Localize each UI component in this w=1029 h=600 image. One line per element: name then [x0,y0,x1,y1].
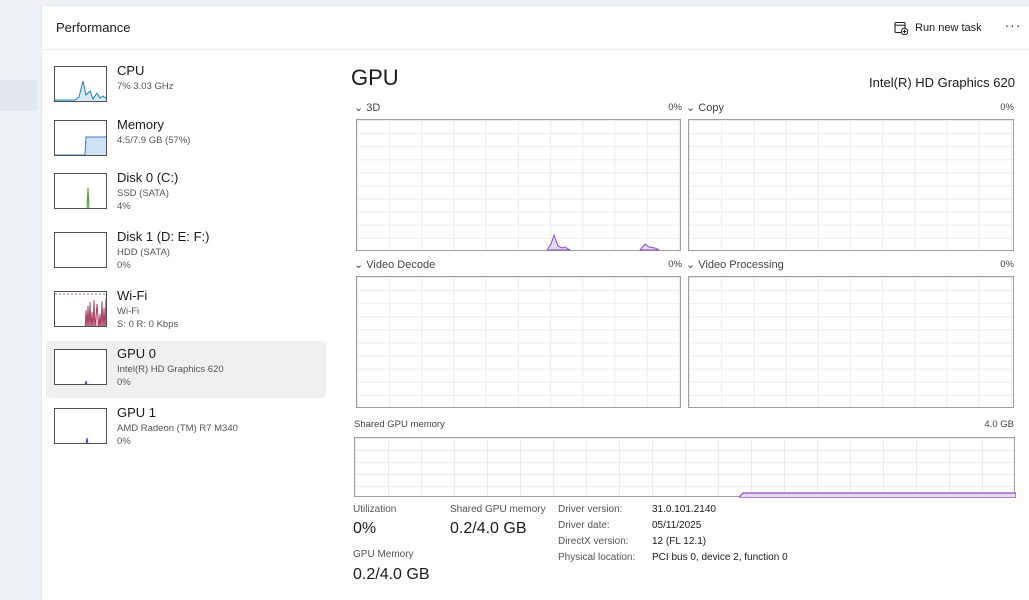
engine-video-processing-selector[interactable]: ⌄ Video Processing [686,258,784,271]
disk-0-mini-graph [54,173,107,209]
engine-copy-graph [688,119,1014,251]
sidebar-item-value: 0% [117,260,131,271]
physical-location-label: Physical location: [558,552,636,563]
sidebar-item-value: 4% [117,201,131,212]
sidebar-item-gpu-0[interactable]: GPU 0 Intel(R) HD Graphics 620 0% [46,341,326,398]
cpu-mini-graph [54,66,107,102]
sidebar-item-detail: 4.5/7.9 GB (57%) [117,135,191,146]
sidebar-item-wifi[interactable]: Wi-Fi Wi-Fi S: 0 R: 0 Kbps [46,283,326,340]
shared-memory-max: 4.0 GB [984,419,1014,430]
engine-video-processing-graph [688,276,1014,408]
sidebar-item-memory[interactable]: Memory 4.5/7.9 GB (57%) [46,112,326,169]
sidebar-item-detail: Wi-Fi [117,306,140,317]
chevron-down-icon: ⌄ [354,259,364,271]
engine-percent: 0% [1000,259,1014,270]
shared-memory-stat-value: 0.2/4.0 GB [450,520,527,537]
driver-date-value: 05/11/2025 [652,520,702,531]
driver-version-label: Driver version: [558,504,623,515]
engine-percent: 0% [668,259,682,270]
sidebar-item-value: 0% [117,436,131,447]
engine-label: 3D [366,102,381,114]
engine-label: Video Decode [366,259,436,271]
gpu-memory-label: GPU Memory [353,549,414,560]
engine-label: Video Processing [698,259,784,271]
page-title: Performance [56,20,131,35]
nav-rail-selected-item[interactable] [0,80,37,111]
sidebar-item-name: Wi-Fi [117,288,148,303]
gpu-memory-value: 0.2/4.0 GB [353,566,430,583]
performance-window: Performance Run new task ··· CPU 7% 3.03… [41,5,1029,600]
sidebar-item-disk-1[interactable]: Disk 1 (D: E: F:) HDD (SATA) 0% [46,224,326,281]
disk-1-mini-graph [54,232,107,268]
sidebar-item-cpu[interactable]: CPU 7% 3.03 GHz [46,58,326,115]
engine-percent: 0% [1000,102,1014,113]
shared-memory-stat-label: Shared GPU memory [450,504,546,515]
sidebar-item-value: S: 0 R: 0 Kbps [117,319,179,330]
directx-version-value: 12 (FL 12.1) [652,536,707,547]
sidebar-item-name: Disk 0 (C:) [117,170,179,185]
chevron-down-icon: ⌄ [686,102,696,114]
sidebar-item-detail: AMD Radeon (TM) R7 M340 [117,423,238,434]
shared-memory-graph-label: Shared GPU memory [354,419,445,430]
wifi-mini-graph [54,291,107,327]
run-new-task-button[interactable]: Run new task [894,18,982,38]
chevron-down-icon: ⌄ [686,259,696,271]
run-new-task-label: Run new task [915,22,982,34]
utilization-label: Utilization [353,504,397,515]
sidebar-item-name: GPU 1 [117,405,157,420]
memory-mini-graph [54,120,107,156]
physical-location-value: PCI bus 0, device 2, function 0 [652,552,788,563]
header-bar: Performance Run new task ··· [42,6,1029,50]
directx-version-label: DirectX version: [558,536,629,547]
sidebar-item-name: CPU [117,63,145,78]
driver-version-value: 31.0.101.2140 [652,504,716,515]
engine-3d-selector[interactable]: ⌄ 3D [354,101,380,114]
engine-video-decode-selector[interactable]: ⌄ Video Decode [354,258,435,271]
sidebar-item-name: Memory [117,117,164,132]
sidebar-item-detail: 7% 3.03 GHz [117,81,174,92]
sidebar-item-detail: Intel(R) HD Graphics 620 [117,364,224,375]
sidebar-item-name: GPU 0 [117,346,157,361]
driver-date-label: Driver date: [558,520,610,531]
sidebar-item-gpu-1[interactable]: GPU 1 AMD Radeon (TM) R7 M340 0% [46,400,326,457]
shared-memory-graph [354,437,1016,498]
gpu-1-mini-graph [54,408,107,444]
engine-label: Copy [698,102,724,114]
sidebar-item-name: Disk 1 (D: E: F:) [117,229,210,244]
run-task-icon [894,21,908,35]
sidebar-item-detail: SSD (SATA) [117,188,169,199]
engine-3d-graph [356,119,681,251]
gpu-title: GPU [351,65,399,90]
sidebar-item-value: 0% [117,377,131,388]
chevron-down-icon: ⌄ [354,102,364,114]
sidebar-item-detail: HDD (SATA) [117,247,170,258]
gpu-0-mini-graph [54,349,107,385]
gpu-model-name: Intel(R) HD Graphics 620 [869,75,1015,90]
sidebar-item-disk-0[interactable]: Disk 0 (C:) SSD (SATA) 4% [46,165,326,222]
utilization-value: 0% [353,520,377,537]
engine-video-decode-graph [356,276,681,408]
engine-percent: 0% [668,102,682,113]
more-options-button[interactable]: ··· [1002,16,1024,38]
engine-copy-selector[interactable]: ⌄ Copy [686,101,724,114]
nav-rail [0,0,41,600]
